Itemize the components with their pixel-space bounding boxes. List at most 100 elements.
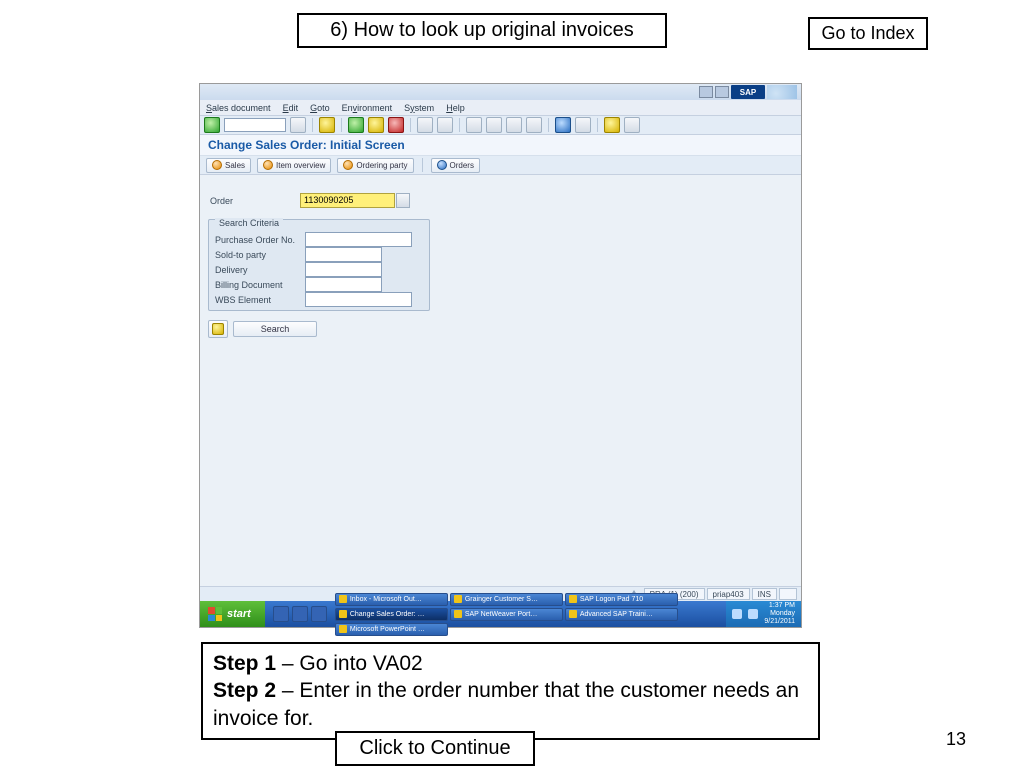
item-overview-button[interactable]: Item overview (257, 158, 331, 173)
first-page-icon[interactable] (466, 117, 482, 133)
tray-clock[interactable]: 1:37 PM Monday 9/21/2011 (764, 602, 795, 625)
task-logon[interactable]: SAP Logon Pad 710 (565, 593, 678, 606)
f4-help-icon[interactable] (396, 193, 410, 208)
separator (548, 118, 549, 132)
search-execute-icon[interactable] (208, 320, 228, 338)
po-label: Purchase Order No. (215, 235, 305, 245)
task-netweaver[interactable]: SAP NetWeaver Port… (450, 608, 563, 621)
ordering-party-button[interactable]: Ordering party (337, 158, 413, 173)
item-overview-label: Item overview (276, 161, 325, 170)
click-to-continue-button[interactable]: Click to Continue (335, 731, 535, 766)
step2-label: Step 2 (213, 679, 276, 702)
step1-line: Step 1 – Go into VA02 (213, 650, 808, 677)
menu-help[interactable]: Help (446, 103, 465, 113)
ql-icon[interactable] (311, 606, 327, 622)
sap-screenshot: SAP SSales documentales document Edit Go… (199, 83, 802, 628)
separator (341, 118, 342, 132)
sap-standard-toolbar (200, 116, 801, 135)
order-input[interactable]: 1130090205 (300, 193, 395, 208)
soldto-row: Sold-to party (215, 247, 382, 262)
billing-input[interactable] (305, 277, 382, 292)
prev-page-icon[interactable] (486, 117, 502, 133)
task-adv-sap[interactable]: Advanced SAP Traini… (565, 608, 678, 621)
sales-label: Sales (225, 161, 245, 170)
sales-button[interactable]: Sales (206, 158, 251, 173)
order-field-row: Order 1130090205 (210, 193, 410, 208)
start-button[interactable]: start (200, 601, 265, 627)
dropdown-icon[interactable] (290, 117, 306, 133)
soldto-label: Sold-to party (215, 250, 305, 260)
billing-row: Billing Document (215, 277, 382, 292)
ql-icon[interactable] (292, 606, 308, 622)
person-icon (212, 160, 222, 170)
menu-edit[interactable]: Edit (283, 103, 299, 113)
person-icon (263, 160, 273, 170)
enter-icon[interactable] (204, 117, 220, 133)
task-inbox[interactable]: Inbox - Microsoft Out… (335, 593, 448, 606)
task-label: Advanced SAP Traini… (580, 611, 653, 618)
step2-text: – Enter in the order number that the cus… (213, 679, 799, 729)
separator (410, 118, 411, 132)
tray-icon[interactable] (732, 609, 742, 619)
menu-environment[interactable]: Environment (342, 103, 393, 113)
order-label: Order (210, 196, 300, 206)
task-label: Microsoft PowerPoint … (350, 626, 425, 633)
orders-button[interactable]: Orders (431, 158, 480, 173)
task-grainger[interactable]: Grainger Customer S… (450, 593, 563, 606)
back-icon[interactable] (348, 117, 364, 133)
sap-app-toolbar: Sales Item overview Ordering party Order… (200, 156, 801, 175)
cancel-icon[interactable] (388, 117, 404, 133)
window-max-icon[interactable] (715, 86, 729, 98)
search-button-row: Search (208, 320, 317, 338)
layout-icon[interactable] (624, 117, 640, 133)
step1-text: – Go into VA02 (276, 652, 423, 675)
shortcut-icon[interactable] (575, 117, 591, 133)
menu-goto[interactable]: Goto (310, 103, 330, 113)
sap-screen-title: Change Sales Order: Initial Screen (200, 135, 801, 156)
soldto-input[interactable] (305, 247, 382, 262)
binoculars-icon (212, 323, 224, 335)
menu-system[interactable]: System (404, 103, 434, 113)
tray-day: Monday (764, 610, 795, 618)
search-button[interactable]: Search (233, 321, 317, 337)
save-icon[interactable] (319, 117, 335, 133)
sap-logo-icon: SAP (731, 85, 765, 99)
app-icon (339, 610, 347, 618)
step1-label: Step 1 (213, 652, 276, 675)
task-change-order[interactable]: Change Sales Order: … (335, 608, 448, 621)
command-field[interactable] (224, 118, 286, 132)
separator (312, 118, 313, 132)
next-page-icon[interactable] (506, 117, 522, 133)
person-icon (343, 160, 353, 170)
delivery-label: Delivery (215, 265, 305, 275)
ordering-party-label: Ordering party (356, 161, 407, 170)
task-label: Inbox - Microsoft Out… (350, 596, 422, 603)
menu-sales-document[interactable]: SSales documentales document (206, 103, 271, 113)
slide-title-text: 6) How to look up original invoices (330, 19, 634, 41)
status-ins: INS (752, 588, 777, 600)
app-icon (569, 595, 577, 603)
go-to-index-label: Go to Index (821, 23, 914, 43)
exit-icon[interactable] (368, 117, 384, 133)
search-label: Search (261, 324, 290, 334)
find-icon[interactable] (437, 117, 453, 133)
tray-time: 1:37 PM (764, 602, 795, 610)
last-page-icon[interactable] (526, 117, 542, 133)
delivery-input[interactable] (305, 262, 382, 277)
go-to-index-button[interactable]: Go to Index (808, 17, 928, 50)
wbs-input[interactable] (305, 292, 412, 307)
tray-date: 9/21/2011 (764, 618, 795, 626)
task-powerpoint[interactable]: Microsoft PowerPoint … (335, 623, 448, 636)
help-icon[interactable] (604, 117, 620, 133)
status-end (779, 588, 797, 600)
billing-label: Billing Document (215, 280, 305, 290)
ql-icon[interactable] (273, 606, 289, 622)
wbs-row: WBS Element (215, 292, 412, 307)
po-input[interactable] (305, 232, 412, 247)
window-min-icon[interactable] (699, 86, 713, 98)
new-session-icon[interactable] (555, 117, 571, 133)
instructions-box: Step 1 – Go into VA02 Step 2 – Enter in … (201, 642, 820, 740)
sap-menu-bar: SSales documentales document Edit Goto E… (200, 100, 801, 116)
tray-icon[interactable] (748, 609, 758, 619)
print-icon[interactable] (417, 117, 433, 133)
